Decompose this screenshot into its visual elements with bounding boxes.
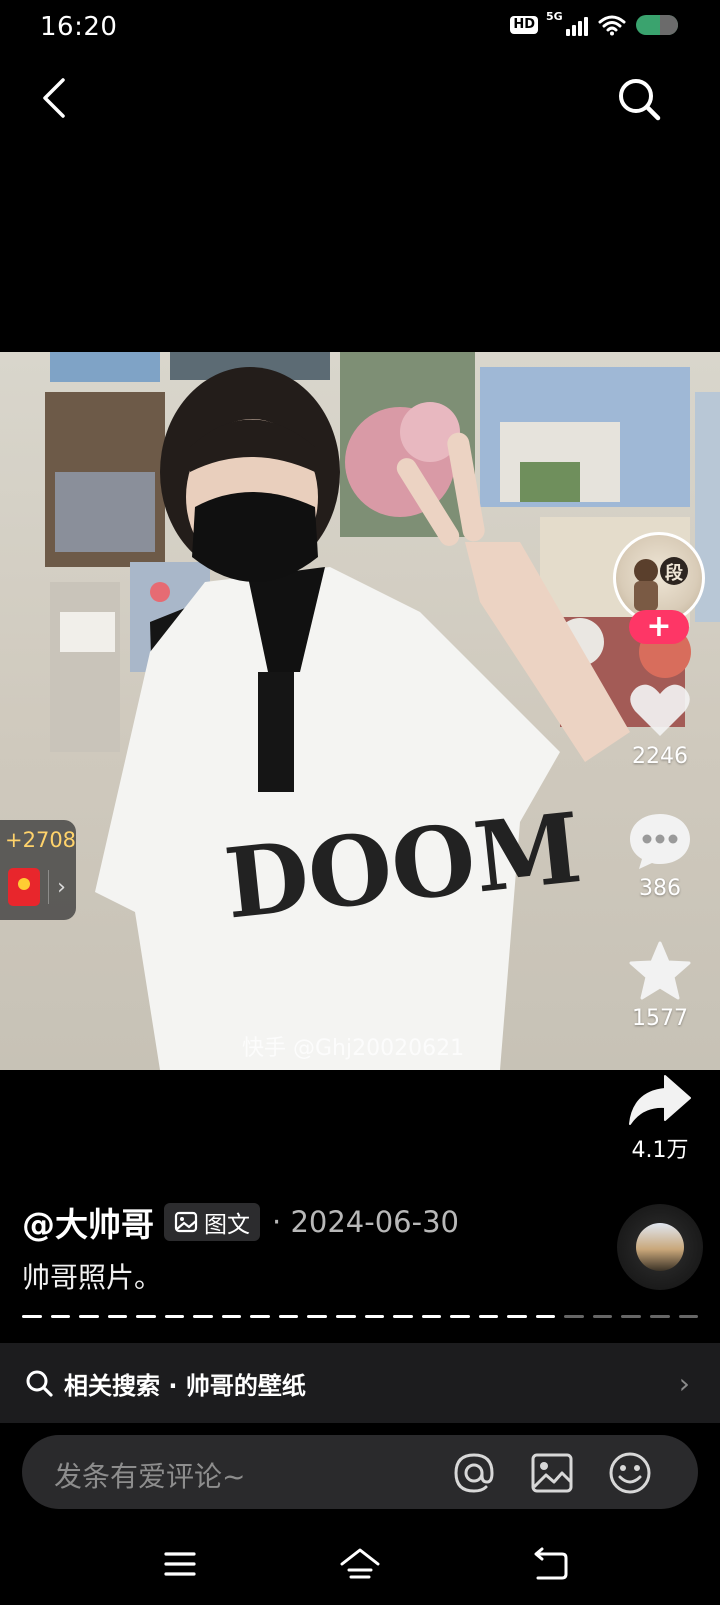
progress-segment	[650, 1315, 670, 1318]
progress-segment	[250, 1315, 270, 1318]
emoji-icon[interactable]	[608, 1451, 652, 1495]
progress-segment	[107, 1315, 128, 1318]
comment-input[interactable]: 发条有爱评论~	[54, 1455, 245, 1495]
wifi-icon	[598, 15, 626, 36]
like-button[interactable]: 2246	[616, 680, 704, 769]
comment-bubble-icon	[630, 814, 690, 869]
progress-segment	[50, 1315, 71, 1318]
progress-segment	[535, 1315, 556, 1318]
hd-icon: HD	[510, 16, 538, 34]
progress-segment	[336, 1315, 356, 1318]
like-count: 2246	[632, 744, 688, 769]
related-search-label: 相关搜索 · 帅哥的壁纸	[64, 1371, 306, 1400]
search-button[interactable]	[614, 74, 664, 124]
back-button[interactable]	[34, 72, 74, 124]
progress-segment	[307, 1315, 328, 1318]
back-arrow-icon	[43, 78, 65, 118]
share-count: 4.1万	[631, 1138, 689, 1163]
red-packet-count: +2708	[5, 828, 77, 852]
post-type-label: 图文	[204, 1212, 250, 1238]
music-disc[interactable]	[617, 1204, 703, 1290]
post-type-badge: 图文	[164, 1203, 260, 1241]
star-icon	[629, 941, 691, 1000]
status-bar: 16:20 HD 5G	[0, 0, 720, 56]
progress-segment	[79, 1315, 99, 1318]
progress-segment	[193, 1315, 213, 1318]
search-icon	[619, 79, 661, 121]
follow-button[interactable]: +	[629, 610, 689, 644]
progress-segment	[278, 1315, 299, 1318]
progress-segment	[621, 1315, 642, 1318]
progress-segment	[421, 1315, 442, 1318]
progress-segment	[592, 1315, 613, 1318]
favorite-count: 1577	[632, 1006, 688, 1031]
status-icons: HD 5G	[510, 10, 678, 36]
progress-segment	[364, 1315, 385, 1318]
chevron-right-icon: ›	[48, 870, 74, 904]
image-progress-indicator	[22, 1315, 699, 1318]
comment-button[interactable]: 386	[616, 810, 704, 901]
progress-segment	[564, 1315, 584, 1318]
progress-segment	[22, 1315, 42, 1318]
progress-segment	[136, 1315, 156, 1318]
post-photo[interactable]: DOOM	[0, 352, 720, 1070]
music-cover	[636, 1223, 684, 1271]
svg-text:段: 段	[665, 562, 684, 584]
post-description: 帅哥照片。	[22, 1261, 163, 1294]
author-name[interactable]: @大帅哥	[22, 1198, 154, 1246]
heart-icon	[630, 684, 690, 736]
progress-segment	[221, 1315, 242, 1318]
system-navigation-bar	[0, 1528, 720, 1605]
progress-segment	[450, 1315, 470, 1318]
author-line: @大帅哥 图文 · 2024-06-30	[22, 1198, 459, 1246]
red-packet-widget[interactable]: +2708 ›	[0, 820, 76, 920]
progress-segment	[393, 1315, 413, 1318]
progress-segment	[507, 1315, 527, 1318]
share-button[interactable]: 4.1万	[616, 1072, 704, 1164]
signal-5g-icon: 5G	[546, 10, 588, 36]
progress-segment	[164, 1315, 185, 1318]
comment-input-bar[interactable]: 发条有爱评论~	[22, 1435, 698, 1509]
image-text-icon	[174, 1211, 198, 1233]
home-icon[interactable]	[338, 1544, 382, 1584]
photo-illustration: DOOM	[45, 352, 720, 1070]
progress-segment	[678, 1315, 699, 1318]
favorite-button[interactable]: 1577	[616, 940, 704, 1031]
status-time: 16:20	[40, 12, 118, 42]
at-mention-icon[interactable]	[452, 1451, 496, 1495]
share-arrow-icon	[629, 1075, 691, 1125]
battery-icon	[636, 15, 678, 35]
post-date: · 2024-06-30	[272, 1205, 459, 1239]
red-packet-icon	[8, 868, 40, 906]
photo-watermark: 快手 @Ghj20020621	[242, 1036, 465, 1061]
image-picker-icon[interactable]	[530, 1451, 574, 1495]
progress-segment	[478, 1315, 499, 1318]
chevron-right-icon: ›	[678, 1367, 690, 1400]
menu-icon[interactable]	[158, 1544, 202, 1584]
return-icon[interactable]	[528, 1544, 572, 1584]
network-label: 5G	[546, 10, 563, 23]
search-icon	[26, 1370, 53, 1397]
comment-count: 386	[639, 876, 681, 901]
related-search-bar[interactable]: 相关搜索 · 帅哥的壁纸 ›	[0, 1343, 720, 1423]
